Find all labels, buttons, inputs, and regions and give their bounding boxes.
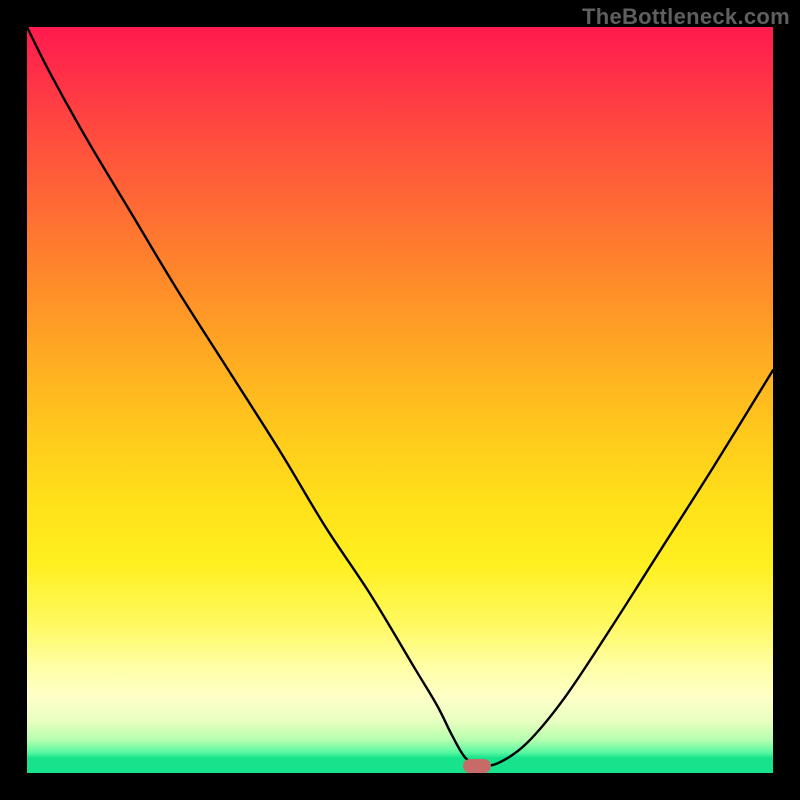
optimum-marker [463,759,491,773]
plot-area [27,27,773,773]
bottleneck-curve [27,27,773,773]
chart-frame: TheBottleneck.com [0,0,800,800]
watermark-text: TheBottleneck.com [582,4,790,30]
